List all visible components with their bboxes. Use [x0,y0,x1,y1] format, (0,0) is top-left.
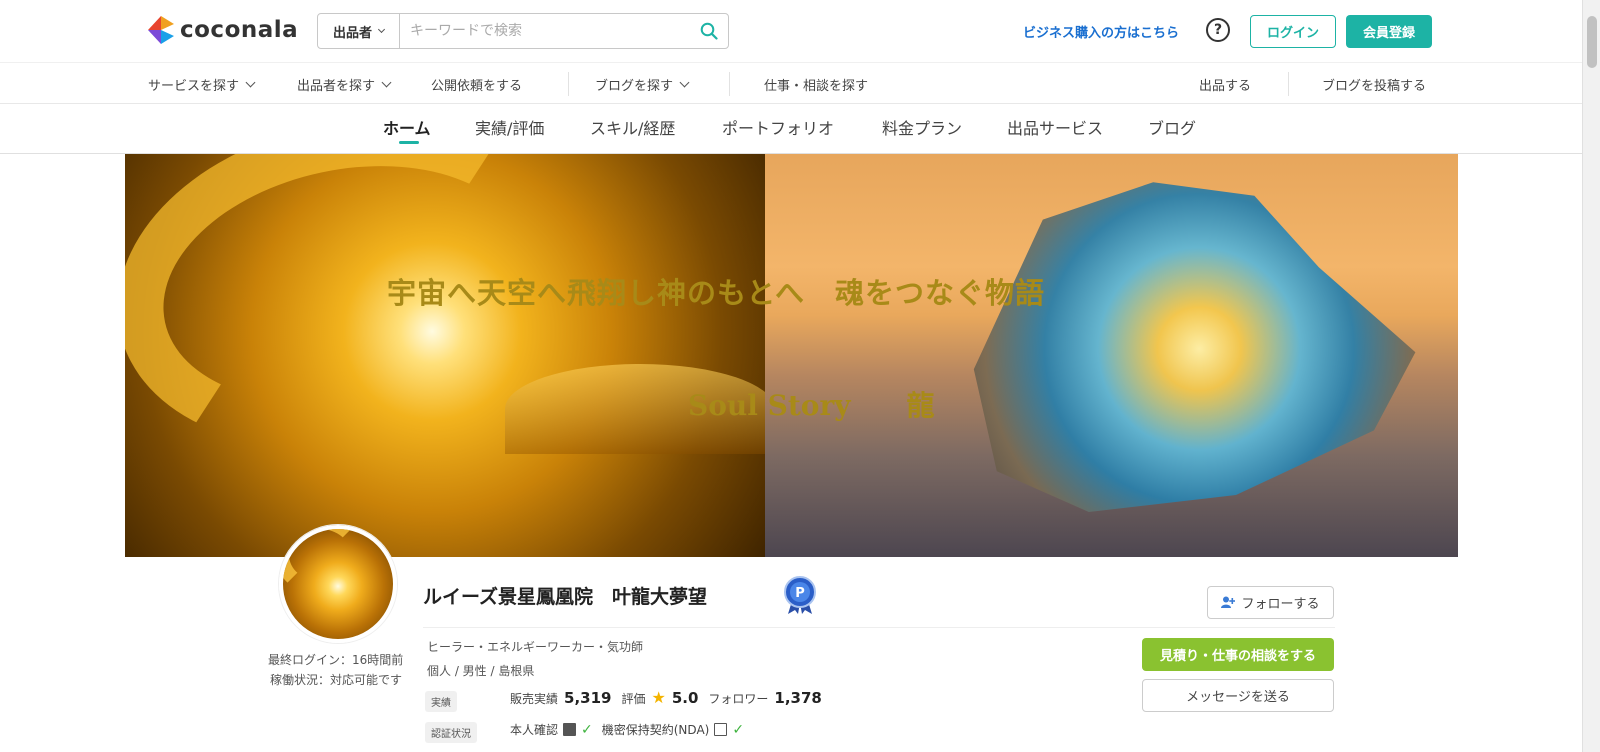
check-icon: ✓ [732,721,745,738]
search-button[interactable] [690,14,728,48]
nav-public-request[interactable]: 公開依頼をする [431,75,522,94]
send-message-button[interactable]: メッセージを送る [1142,679,1334,712]
last-login: 最終ログイン：16時間前 [268,653,404,667]
follower-label: フォロワー [708,692,769,706]
rating-label: 評価 [621,692,646,706]
profile-banner: 宇宙へ天空へ飛翔し神のもとへ 魂をつなぐ物語 Soul Story 龍 [125,154,1458,557]
banner-title: 宇宙へ天空へ飛翔し神のもとへ 魂をつなぐ物語 [387,276,1045,310]
page-scrollbar[interactable] [1582,0,1600,752]
nav-find-services[interactable]: サービスを探す [148,75,256,94]
profile-tabs: ホーム 実績/評価 スキル/経歴 ポートフォリオ 料金プラン 出品サービス ブロ… [0,104,1582,154]
tab-skills[interactable]: スキル/経歴 [590,115,675,139]
nav-find-jobs-label: 仕事・相談を探す [764,79,869,94]
nav-find-sellers[interactable]: 出品者を探す [297,75,392,94]
search-scope-label: 出品者 [332,25,372,41]
follow-button-label: フォローする [1241,597,1320,612]
identity-verified-label: 本人確認 [510,723,559,737]
profile-name: ルイーズ景星鳳凰院 叶龍大夢望 [423,586,708,608]
verification-status: 本人確認 ✓ 機密保持契約(NDA) ✓ [510,721,744,738]
top-header: coconala 出品者 ビジネス購入の方はこちら ? ログイン 会員登録 [0,0,1582,62]
nav-sell[interactable]: 出品する [1199,75,1251,94]
occupation: ヒーラー・エネルギーワーカー・気功師 [427,640,644,654]
profile-stats: 販売実績 5,319 評価 ★ 5.0 フォロワー 1,378 [510,688,822,707]
nav-find-jobs[interactable]: 仕事・相談を探す [764,75,868,94]
logo-text: coconala [180,17,299,43]
banner-subtitle: Soul Story 龍 [688,389,935,422]
banner-wave-image [125,154,775,557]
nav-post-blog[interactable]: ブログを投稿する [1322,75,1426,94]
chevron-down-icon [381,77,392,88]
avatar [279,525,397,643]
tab-results[interactable]: 実績/評価 [475,115,544,139]
chevron-down-icon [377,25,386,34]
nda-label: 機密保持契約(NDA) [601,723,710,737]
results-tag: 実績 [425,691,457,712]
scrollbar-thumb[interactable] [1587,16,1597,68]
search-scope-select[interactable]: 出品者 [318,14,400,48]
coconala-logo-icon [148,16,174,44]
nav-divider [1288,72,1289,96]
sales-label: 販売実績 [510,692,559,706]
tab-services[interactable]: 出品サービス [1007,115,1103,139]
profile-meta: 個人 / 男性 / 島根県 [427,664,535,678]
profile-divider [423,627,1335,628]
nav-sell-label: 出品する [1199,79,1252,94]
star-icon: ★ [651,688,666,707]
login-button[interactable]: ログイン [1250,15,1336,48]
id-card-icon [563,723,577,736]
business-purchase-link[interactable]: ビジネス購入の方はこちら [1023,22,1179,41]
consult-button[interactable]: 見積り・仕事の相談をする [1142,638,1334,671]
sales-value: 5,319 [564,689,612,707]
avatar-wave-shape [283,529,365,595]
search-input[interactable] [400,14,690,48]
tab-home[interactable]: ホーム [383,115,431,139]
signup-button[interactable]: 会員登録 [1346,15,1432,48]
nav-post-blog-label: ブログを投稿する [1322,79,1427,94]
sub-navigation: サービスを探す 出品者を探す 公開依頼をする ブログを探す 仕事・相談を探す 出… [0,62,1582,104]
document-icon [714,723,728,736]
search-icon [700,22,718,40]
work-status: 稼働状況：対応可能です [270,673,403,687]
chevron-down-icon [679,77,690,88]
search-bar: 出品者 [317,13,729,49]
active-tab-indicator [399,141,419,144]
add-user-icon [1221,596,1236,608]
nav-find-blogs[interactable]: ブログを探す [595,75,690,94]
nav-divider [729,72,730,96]
rank-badge-icon: P [784,576,816,614]
banner-crystal-shape [973,182,1416,512]
follower-value: 1,378 [774,689,822,707]
verification-tag: 認証状況 [425,722,477,743]
check-icon: ✓ [581,721,593,738]
coconala-logo[interactable]: coconala [148,16,298,44]
nav-find-sellers-label: 出品者を探す [297,79,376,94]
svg-text:P: P [795,586,805,601]
tab-portfolio[interactable]: ポートフォリオ [722,115,834,139]
help-icon[interactable]: ? [1206,18,1230,42]
chevron-down-icon [245,77,256,88]
nav-find-blogs-label: ブログを探す [595,79,674,94]
nav-divider [568,72,569,96]
follow-button[interactable]: フォローする [1207,586,1334,619]
nav-find-services-label: サービスを探す [148,79,240,94]
rating-value: 5.0 [671,689,699,707]
tab-blog[interactable]: ブログ [1148,115,1196,139]
tab-pricing[interactable]: 料金プラン [882,115,962,139]
banner-crystal-image [765,154,1458,557]
nav-public-request-label: 公開依頼をする [431,79,523,94]
